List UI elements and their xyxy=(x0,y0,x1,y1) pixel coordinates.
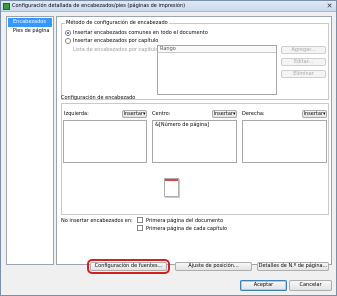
dropdown-arrow-icon: ▾ xyxy=(322,111,326,117)
insert-center-button[interactable]: Insertar▾ xyxy=(212,110,237,118)
dropdown-arrow-icon: ▾ xyxy=(232,111,236,117)
window-title: Configuración detallada de encabezados/p… xyxy=(12,3,186,9)
category-list: Encabezados Pies de página xyxy=(6,16,54,265)
position-adjust-button[interactable]: Ajuste de posición... xyxy=(175,262,252,271)
method-group-label: Método de configuración de encabezado xyxy=(65,20,169,26)
first-page-chapter-checkbox[interactable] xyxy=(137,225,143,231)
header-config-label: Configuración de encabezado xyxy=(61,95,136,101)
first-page-document-label: Primera página del documento xyxy=(146,218,224,224)
header-config-group: Izquierda: Insertar▾ Centro: Insertar▾ &… xyxy=(61,103,329,215)
page-number-details-button[interactable]: Detalles de N.º de página... xyxy=(257,262,329,271)
insert-left-button[interactable]: Insertar▾ xyxy=(122,110,147,118)
radio-common-headers[interactable] xyxy=(65,30,71,36)
edit-button[interactable]: Editar... xyxy=(281,58,326,66)
method-group: Método de configuración de encabezado In… xyxy=(61,20,329,100)
center-label: Centro: xyxy=(152,111,171,117)
center-header-field[interactable]: &[Número de página] xyxy=(152,120,237,163)
first-page-document-checkbox[interactable] xyxy=(137,217,143,223)
dropdown-arrow-icon: ▾ xyxy=(142,111,146,117)
preview-header-mark xyxy=(165,179,178,181)
font-settings-button[interactable]: Configuración de fuentes... xyxy=(90,262,167,271)
first-page-chapter-label: Primera página de cada capítulo xyxy=(146,226,228,232)
center-header-value: &[Número de página] xyxy=(155,122,210,128)
option-chapter-headers-label: Insertar encabezados por capítulo xyxy=(73,38,159,44)
list-column-range: Rango xyxy=(158,46,276,53)
settings-panel: Método de configuración de encabezado In… xyxy=(56,16,332,274)
insert-right-button[interactable]: Insertar▾ xyxy=(302,110,327,118)
title-bar: Configuración detallada de encabezados/p… xyxy=(1,1,336,12)
radio-chapter-headers[interactable] xyxy=(65,38,71,44)
ok-button[interactable]: Aceptar xyxy=(240,280,287,291)
nav-item-headers[interactable]: Encabezados xyxy=(8,18,52,27)
nav-item-footers[interactable]: Pies de página xyxy=(8,27,52,36)
left-header-field[interactable] xyxy=(63,120,147,163)
cancel-button[interactable]: Cancelar xyxy=(289,280,332,291)
insert-center-label: Insertar xyxy=(213,111,233,117)
left-label: Izquierda: xyxy=(64,111,89,117)
chapter-headers-list[interactable]: Rango xyxy=(157,45,277,95)
insert-right-label: Insertar xyxy=(303,111,323,117)
app-icon xyxy=(3,3,10,10)
option-common-headers-label: Insertar encabezados comunes en todo el … xyxy=(73,30,208,36)
insert-left-label: Insertar xyxy=(123,111,143,117)
right-label: Derecha: xyxy=(242,111,265,117)
dialog-window: Configuración detallada de encabezados/p… xyxy=(0,0,337,296)
chapter-list-label: Lista de encabezados por capítulo: xyxy=(73,47,161,53)
page-preview-icon xyxy=(164,178,179,197)
delete-button[interactable]: Eliminar xyxy=(281,70,326,78)
add-button[interactable]: Agregar... xyxy=(281,46,326,54)
right-header-field[interactable] xyxy=(242,120,327,163)
no-insert-label: No insertar encabezados en: xyxy=(61,218,133,224)
close-icon[interactable]: ✕ xyxy=(325,2,334,10)
